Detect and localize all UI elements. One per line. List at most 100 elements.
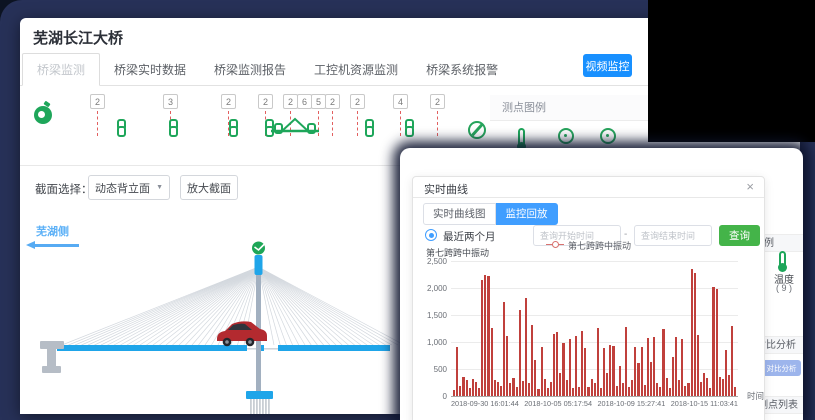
chart-bar <box>534 360 536 396</box>
chart-bar <box>519 310 521 396</box>
chart-bar <box>572 388 574 396</box>
tab-system-alarm[interactable]: 桥梁系统报警 <box>412 54 512 85</box>
pylon-footing <box>246 391 273 399</box>
chain-link-sensor-icon[interactable] <box>404 119 416 137</box>
legend-marker-icon <box>546 244 564 249</box>
chart-bar <box>475 382 477 396</box>
disabled-sensor-icon[interactable] <box>468 121 486 139</box>
sensor-leader-line <box>97 111 98 136</box>
chart-bar <box>728 375 730 396</box>
chart-bar <box>672 357 674 396</box>
chart-bar <box>681 339 683 396</box>
tab-realtime-data[interactable]: 桥梁实时数据 <box>100 54 200 85</box>
chart-bar <box>553 334 555 396</box>
chart-bar <box>497 382 499 396</box>
chart-bar <box>712 287 714 396</box>
sensor-count-badge: 2 <box>283 94 298 109</box>
sensor-leader-line <box>332 111 333 136</box>
chart-bar <box>597 328 599 396</box>
temperature-count: ( 9 ) <box>766 283 802 293</box>
legend-series-label: 第七跨跨中振动 <box>568 241 631 251</box>
y-axis-tick: 1,000 <box>412 338 447 347</box>
sensor-count-badge: 2 <box>325 94 340 109</box>
window-curve-dialog: 测点图例 温度 ( 9 ) 对比分析 对比分析 测点列表 实时曲线 × 实时曲线… <box>400 148 803 420</box>
section-select-dropdown[interactable]: 动态背立面 ▼ <box>88 175 170 200</box>
chart-bar <box>578 387 580 396</box>
pylon-foundation <box>250 399 270 414</box>
chart-bar <box>556 332 558 396</box>
section-select-value: 动态背立面 <box>95 180 150 196</box>
x-axis-tick: 2018-10-09 15:27:41 <box>598 399 666 408</box>
chart-bar <box>487 276 489 396</box>
chart-bar <box>647 338 649 396</box>
chart-bar <box>516 387 518 396</box>
x-axis-tick: 2018-09-30 16:01:44 <box>451 399 519 408</box>
y-axis-tick: 1,500 <box>412 311 447 320</box>
bridge-pier <box>40 341 64 373</box>
chart-bar <box>634 347 636 396</box>
tab-monitor-playback[interactable]: 监控回放 <box>496 203 558 225</box>
chart-bar <box>525 298 527 396</box>
sensor-leader-line <box>437 111 438 136</box>
chevron-down-icon: ▼ <box>156 184 163 191</box>
close-icon[interactable]: × <box>746 179 754 194</box>
chart-bar <box>547 388 549 396</box>
chart-bars <box>451 261 738 396</box>
chain-link-sensor-icon[interactable] <box>116 119 128 137</box>
chart-bar <box>734 387 736 396</box>
chart-bar <box>537 389 539 396</box>
thermometer-icon <box>518 128 525 145</box>
chart-bar <box>675 337 677 396</box>
chart-bar <box>562 343 564 396</box>
chart-bar <box>503 302 505 397</box>
chart-bar <box>719 377 721 396</box>
bridge-section-icon[interactable] <box>270 114 320 136</box>
chart-bar <box>669 388 671 396</box>
chart-bar <box>472 379 474 396</box>
chart-bar <box>706 378 708 396</box>
chain-link-sensor-icon[interactable] <box>364 119 376 137</box>
chart-bar <box>612 346 614 396</box>
chart-bar <box>481 280 483 396</box>
sensor-count-badge: 2 <box>350 94 365 109</box>
tab-monitor-report[interactable]: 桥梁监测报告 <box>200 54 300 85</box>
x-axis-tick: 2018-10-05 05:17:54 <box>524 399 592 408</box>
chart-bar <box>722 379 724 396</box>
chart-bar <box>687 383 689 397</box>
chart-bar <box>703 373 705 396</box>
chart-bar <box>531 325 533 396</box>
y-axis-tick: 2,000 <box>412 284 447 293</box>
compare-analysis-button[interactable]: 对比分析 <box>762 360 801 376</box>
y-axis-tick: 2,500 <box>412 257 447 266</box>
chart-bar <box>650 362 652 396</box>
legend-panel-title: 测点图例 <box>490 95 648 121</box>
chart-bar <box>575 336 577 396</box>
chart-bar <box>666 378 668 396</box>
chart-bar <box>509 383 511 396</box>
chart-bar <box>584 348 586 396</box>
chart-bar <box>662 329 664 396</box>
tab-ipc-resource[interactable]: 工控机资源监测 <box>300 54 412 85</box>
chart-bar <box>691 269 693 396</box>
chart-bar <box>697 335 699 396</box>
sensor-count-badge: 2 <box>430 94 445 109</box>
gauge-sensor-icon[interactable] <box>34 106 52 124</box>
chart-bar <box>484 275 486 397</box>
chain-link-sensor-icon[interactable] <box>228 119 240 137</box>
chart-bar <box>725 350 727 396</box>
tab-bridge-monitor[interactable]: 桥梁监测 <box>22 53 100 86</box>
chart-bar <box>700 382 702 396</box>
chart-bar <box>491 328 493 396</box>
sensor-count-badge: 5 <box>311 94 326 109</box>
chart-bar <box>559 373 561 396</box>
sensor-leader-line <box>400 111 401 136</box>
tab-realtime-curve[interactable]: 实时曲线图 <box>423 203 496 225</box>
thermometer-icon[interactable] <box>779 251 786 266</box>
chart-bar <box>709 388 711 396</box>
dialog-tabs: 实时曲线图 监控回放 <box>423 203 558 225</box>
chart-bar <box>550 382 552 396</box>
video-monitor-button[interactable]: 视频监控 <box>583 54 632 77</box>
enlarge-section-button[interactable]: 放大截面 <box>180 175 238 200</box>
x-axis-ticks: 2018-09-30 16:01:44 2018-10-05 05:17:54 … <box>451 396 738 408</box>
chain-link-sensor-icon[interactable] <box>168 119 180 137</box>
